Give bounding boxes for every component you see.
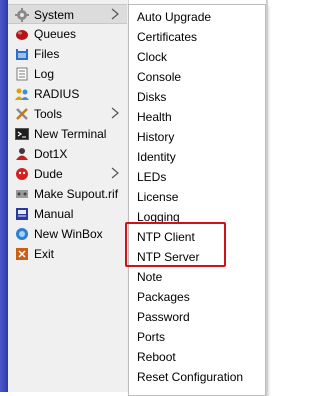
- exit-icon: [16, 248, 28, 260]
- submenu-item-identity[interactable]: Identity: [129, 147, 265, 167]
- side-item-manual[interactable]: Manual: [8, 204, 127, 224]
- log-icon: [16, 67, 28, 81]
- side-menu: System Queues Files Log RADIUS Tools New…: [8, 0, 129, 392]
- submenu-item-note[interactable]: Note: [129, 267, 265, 287]
- dot1x-icon: [16, 148, 28, 160]
- submenu-arrow-icon: [111, 8, 119, 20]
- submenu-item-console[interactable]: Console: [129, 67, 265, 87]
- submenu-item-packages[interactable]: Packages: [129, 287, 265, 307]
- submenu-arrow-icon: [111, 107, 119, 119]
- submenu-arrow-icon: [111, 167, 119, 179]
- queues-icon: [16, 30, 28, 40]
- submenu-item-history[interactable]: History: [129, 127, 265, 147]
- side-item-label: Exit: [34, 247, 55, 261]
- side-item-label: New Terminal: [34, 127, 107, 141]
- manual-icon: [16, 208, 28, 220]
- side-item-label: Manual: [34, 207, 74, 221]
- side-item-label: Dot1X: [34, 147, 68, 161]
- side-item-radius[interactable]: RADIUS: [8, 84, 127, 104]
- side-item-make-supout[interactable]: Make Supout.rif: [8, 184, 127, 204]
- gear-icon: [15, 8, 29, 22]
- files-icon: [16, 48, 28, 60]
- submenu-item-auto-upgrade[interactable]: Auto Upgrade: [129, 7, 265, 27]
- submenu-item-disks[interactable]: Disks: [129, 87, 265, 107]
- side-item-exit[interactable]: Exit: [8, 244, 127, 264]
- side-item-files[interactable]: Files: [8, 44, 127, 64]
- ntp-highlight-box: [125, 222, 226, 267]
- submenu-item-health[interactable]: Health: [129, 107, 265, 127]
- side-item-label: Log: [34, 67, 55, 81]
- radius-icon: [15, 88, 29, 100]
- submenu-item-leds[interactable]: LEDs: [129, 167, 265, 187]
- terminal-icon: [15, 128, 29, 140]
- side-item-label: RADIUS: [34, 87, 80, 101]
- side-item-label: Queues: [34, 27, 77, 41]
- submenu-item-password[interactable]: Password: [129, 307, 265, 327]
- side-item-dude[interactable]: Dude: [8, 164, 127, 184]
- side-item-label: New WinBox: [34, 227, 103, 241]
- side-item-log[interactable]: Log: [8, 64, 127, 84]
- side-item-label: Dude: [34, 167, 63, 181]
- side-item-new-winbox[interactable]: New WinBox: [8, 224, 127, 244]
- side-item-dot1x[interactable]: Dot1X: [8, 144, 127, 164]
- submenu-item-license[interactable]: License: [129, 187, 265, 207]
- submenu-item-clock[interactable]: Clock: [129, 47, 265, 67]
- side-item-new-terminal[interactable]: New Terminal: [8, 124, 127, 144]
- submenu-item-reboot[interactable]: Reboot: [129, 347, 265, 367]
- side-item-label: Tools: [34, 107, 63, 121]
- supout-icon: [16, 190, 28, 198]
- side-item-label: Make Supout.rif: [34, 187, 119, 201]
- side-item-tools[interactable]: Tools: [8, 104, 127, 124]
- submenu-item-certificates[interactable]: Certificates: [129, 27, 265, 47]
- window-right-edge: [266, 0, 268, 392]
- system-submenu: Auto Upgrade Certificates Clock Console …: [128, 4, 266, 396]
- submenu-item-reset-configuration[interactable]: Reset Configuration: [129, 367, 265, 387]
- submenu-item-ports[interactable]: Ports: [129, 327, 265, 347]
- dude-icon: [16, 168, 28, 180]
- side-item-queues[interactable]: Queues: [8, 24, 127, 44]
- left-blue-strip: [0, 0, 8, 392]
- side-item-label: System: [34, 8, 75, 22]
- winbox-icon: [16, 228, 28, 240]
- tools-icon: [16, 108, 28, 120]
- side-item-system[interactable]: System: [8, 4, 127, 24]
- side-item-label: Files: [34, 47, 60, 61]
